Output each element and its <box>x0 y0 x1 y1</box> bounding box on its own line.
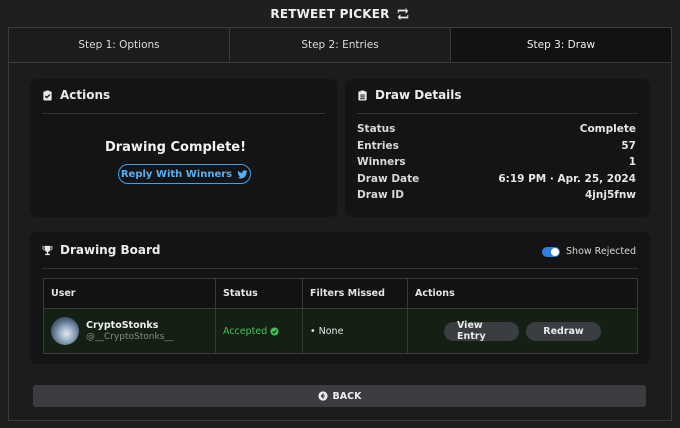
detail-value: 6:19 PM · Apr. 25, 2024 <box>498 172 636 185</box>
tab-label: Step 1: Options <box>78 39 160 51</box>
detail-key: Entries <box>357 139 399 152</box>
divider <box>42 268 638 269</box>
detail-row-status: Status Complete <box>357 123 636 140</box>
app-title: RETWEET PICKER <box>270 7 390 21</box>
reply-with-winners-button[interactable]: Reply With Winners <box>118 164 251 184</box>
detail-row-winners: Winners 1 <box>357 156 636 173</box>
filters-missed-value: • None <box>310 325 344 337</box>
view-entry-button[interactable]: View Entry <box>444 320 519 342</box>
tab-step-1-options[interactable]: Step 1: Options <box>9 28 230 62</box>
actions-cell: View Entry Redraw <box>408 309 637 353</box>
back-button[interactable]: BACK <box>33 385 646 407</box>
detail-row-draw-id: Draw ID 4jnj5fnw <box>357 189 636 206</box>
tab-step-3-draw[interactable]: Step 3: Draw <box>451 28 671 62</box>
detail-value: 57 <box>621 139 636 152</box>
clipboard-check-icon <box>43 89 52 101</box>
detail-key: Winners <box>357 156 406 168</box>
app-title-bar: RETWEET PICKER <box>0 0 680 28</box>
draw-details-header-label: Draw Details <box>375 88 462 102</box>
detail-value: Complete <box>579 123 636 135</box>
status-badge: Accepted <box>223 326 279 337</box>
column-header-actions: Actions <box>415 288 455 299</box>
actions-header-label: Actions <box>60 88 111 102</box>
show-rejected-label: Show Rejected <box>566 246 636 257</box>
user-handle: @__CryptoStonks__ <box>86 332 174 342</box>
detail-value: 1 <box>628 156 636 168</box>
step-tabs: Step 1: Options Step 2: Entries Step 3: … <box>9 28 671 63</box>
divider <box>357 113 638 114</box>
check-circle-icon <box>270 326 279 336</box>
divider <box>42 113 325 114</box>
user-name: CryptoStonks <box>86 320 159 331</box>
back-button-label: BACK <box>332 390 362 402</box>
detail-key: Draw ID <box>357 189 404 201</box>
tab-step-2-entries[interactable]: Step 2: Entries <box>230 28 451 62</box>
user-cell: CryptoStonks @__CryptoStonks__ <box>44 309 216 353</box>
drawing-board-header-label: Drawing Board <box>60 243 161 257</box>
tab-label: Step 2: Entries <box>301 39 379 51</box>
column-header-user: User <box>44 279 216 308</box>
avatar <box>51 317 79 345</box>
filters-missed-cell: • None <box>303 309 408 353</box>
table-row: CryptoStonks @__CryptoStonks__ Accepted … <box>44 309 637 353</box>
drawing-board-card: Drawing Board Show Rejected User Status … <box>30 232 650 364</box>
column-header-filters-missed: Filters Missed <box>303 279 408 308</box>
clipboard-list-icon <box>358 89 367 101</box>
status-cell: Accepted <box>216 309 303 353</box>
drawing-board-header: Drawing Board <box>42 243 160 257</box>
twitter-bird-icon <box>237 169 248 178</box>
detail-value: 4jnj5fnw <box>584 189 636 201</box>
draw-details-header: Draw Details <box>357 88 462 102</box>
detail-rows: Status Complete Entries 57 Winners 1 Dra… <box>357 123 636 206</box>
retweet-icon <box>397 7 408 21</box>
arrow-circle-left-icon <box>317 391 328 401</box>
user-info: CryptoStonks @__CryptoStonks__ <box>86 320 173 342</box>
trophy-icon <box>42 245 53 255</box>
detail-row-entries: Entries 57 <box>357 140 636 157</box>
tab-label: Step 3: Draw <box>526 39 596 51</box>
show-rejected-toggle-wrap: Show Rejected <box>542 246 636 257</box>
table-header: User Status Filters Missed Actions <box>44 279 637 309</box>
detail-row-draw-date: Draw Date 6:19 PM · Apr. 25, 2024 <box>357 173 636 190</box>
column-header-status: Status <box>216 279 303 308</box>
actions-header: Actions <box>42 88 110 102</box>
detail-key: Status <box>357 123 396 135</box>
entries-table: User Status Filters Missed Actions Crypt… <box>43 278 638 354</box>
drawing-complete-text: Drawing Complete! <box>104 140 247 155</box>
status-text: Accepted <box>223 325 268 337</box>
draw-details-card: Draw Details Status Complete Entries 57 … <box>345 79 650 217</box>
reply-button-label: Reply With Winners <box>120 168 233 180</box>
redraw-button[interactable]: Redraw <box>526 321 601 341</box>
detail-key: Draw Date <box>357 172 420 185</box>
show-rejected-toggle[interactable] <box>542 246 561 257</box>
